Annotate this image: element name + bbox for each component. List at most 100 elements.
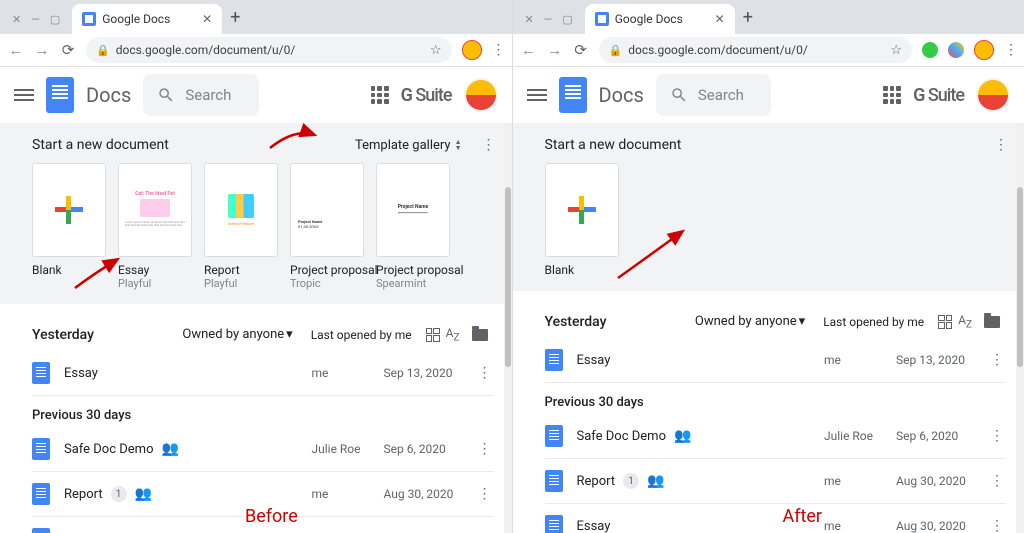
docs-logo-icon[interactable] xyxy=(46,77,74,113)
sort-icon[interactable]: AZ xyxy=(958,313,972,330)
url-input[interactable]: 🔒 docs.google.com/document/u/0/ ☆ xyxy=(599,37,913,63)
doc-owner: Julie Roe xyxy=(824,429,896,443)
browser-menu-icon[interactable]: ⋮ xyxy=(492,42,504,58)
template-card[interactable]: Science ReportReportPlayful xyxy=(204,163,276,290)
search-input[interactable]: Search xyxy=(143,74,259,116)
doc-name: Essay xyxy=(577,353,825,368)
browser-menu-icon[interactable]: ⋮ xyxy=(1004,42,1016,58)
back-icon[interactable]: ← xyxy=(8,41,24,59)
scrollbar-thumb[interactable] xyxy=(505,187,511,367)
search-input[interactable]: Search xyxy=(656,74,772,116)
maximize-icon[interactable]: ▢ xyxy=(562,13,572,26)
address-bar: ← → ⟳ 🔒 docs.google.com/document/u/0/ ☆ … xyxy=(0,34,512,67)
doc-more-icon[interactable]: ⋮ xyxy=(986,352,1006,368)
document-row[interactable]: Essay meAug 30, 2020⋮ xyxy=(545,504,1007,533)
template-section-title: Start a new document xyxy=(32,137,355,153)
sort-column[interactable]: Last opened by me xyxy=(823,315,924,329)
doc-more-icon[interactable]: ⋮ xyxy=(474,486,494,502)
template-section-title: Start a new document xyxy=(545,137,975,153)
caption-after: After xyxy=(783,506,823,527)
doc-date: Sep 6, 2020 xyxy=(384,442,474,456)
template-name: Blank xyxy=(545,263,617,277)
grid-view-icon[interactable] xyxy=(426,328,440,342)
template-name: Report xyxy=(204,263,276,277)
scrollbar-thumb[interactable] xyxy=(1017,187,1023,367)
template-section: Start a new document Template gallery ▲▼… xyxy=(0,123,512,304)
apps-launcher-icon[interactable] xyxy=(371,86,389,104)
apps-launcher-icon[interactable] xyxy=(883,86,901,104)
browser-tab[interactable]: Google Docs ✕ xyxy=(585,4,735,34)
template-card[interactable]: Project NameProject proposalSpearmint xyxy=(376,163,448,290)
minimize-icon[interactable]: — xyxy=(31,13,40,26)
doc-owner: me xyxy=(824,519,896,533)
close-icon[interactable]: ✕ xyxy=(12,13,21,26)
scrollbar[interactable] xyxy=(504,123,512,533)
doc-more-icon[interactable]: ⋮ xyxy=(986,428,1006,444)
docs-logo-icon[interactable] xyxy=(559,77,587,113)
app-name: Docs xyxy=(86,83,131,107)
doc-icon xyxy=(32,483,50,505)
sort-icon[interactable]: AZ xyxy=(446,326,460,343)
document-row[interactable]: Safe Doc Demo 👥Julie RoeSep 6, 2020⋮ xyxy=(32,427,494,472)
new-tab-button[interactable]: + xyxy=(230,7,240,28)
scrollbar[interactable] xyxy=(1016,123,1024,533)
extension-icon[interactable] xyxy=(922,42,938,58)
plus-icon xyxy=(568,196,596,224)
doc-more-icon[interactable]: ⋮ xyxy=(986,518,1006,533)
template-card[interactable]: Cat: The Ideal PetLorem ipsum dolor sit … xyxy=(118,163,190,290)
documents-header: Yesterday Owned by anyone ▾ Last opened … xyxy=(32,318,494,351)
template-card[interactable]: Blank xyxy=(32,163,104,290)
doc-date: Aug 30, 2020 xyxy=(384,487,474,501)
template-more-icon[interactable]: ⋮ xyxy=(994,137,1006,153)
tab-close-icon[interactable]: ✕ xyxy=(715,12,725,26)
reload-icon[interactable]: ⟳ xyxy=(60,41,76,59)
owned-by-filter[interactable]: Owned by anyone ▾ xyxy=(182,327,292,342)
extension-icon[interactable] xyxy=(948,42,964,58)
grid-view-icon[interactable] xyxy=(938,315,952,329)
account-avatar-icon[interactable] xyxy=(976,78,1010,112)
back-icon[interactable]: ← xyxy=(521,41,537,59)
document-row[interactable]: Essay meSep 13, 2020⋮ xyxy=(545,338,1007,383)
profile-avatar-icon[interactable] xyxy=(974,40,994,60)
template-more-icon[interactable]: ⋮ xyxy=(482,137,494,153)
template-card[interactable]: Blank xyxy=(545,163,617,277)
document-row[interactable]: Safe Doc Demo 👥Julie RoeSep 6, 2020⋮ xyxy=(545,414,1007,459)
url-input[interactable]: 🔒 docs.google.com/document/u/0/ ☆ xyxy=(86,37,452,63)
reload-icon[interactable]: ⟳ xyxy=(573,41,589,59)
doc-more-icon[interactable]: ⋮ xyxy=(474,365,494,381)
doc-name: Safe Doc Demo 👥 xyxy=(64,441,312,457)
owned-by-filter[interactable]: Owned by anyone ▾ xyxy=(695,314,805,329)
account-avatar-icon[interactable] xyxy=(464,78,498,112)
maximize-icon[interactable]: ▢ xyxy=(50,13,60,26)
template-thumb: Cat: The Ideal PetLorem ipsum dolor sit … xyxy=(118,163,192,257)
template-name: Project proposal xyxy=(376,263,448,277)
sort-column[interactable]: Last opened by me xyxy=(311,328,412,342)
search-placeholder: Search xyxy=(185,86,231,104)
browser-tab[interactable]: Google Docs ✕ xyxy=(72,4,222,34)
doc-name: Safe Doc Demo 👥 xyxy=(577,428,825,444)
bookmark-icon[interactable]: ☆ xyxy=(430,43,442,58)
main-menu-icon[interactable] xyxy=(14,86,34,104)
document-row[interactable]: Report 1👥meAug 30, 2020⋮ xyxy=(545,459,1007,504)
folder-icon[interactable] xyxy=(984,316,1000,328)
template-card[interactable]: Project Name01.30.20XXProject proposalTr… xyxy=(290,163,362,290)
close-icon[interactable]: ✕ xyxy=(525,13,534,26)
folder-icon[interactable] xyxy=(472,329,488,341)
template-name: Blank xyxy=(32,263,104,277)
template-thumb: Project Name01.30.20XX xyxy=(290,163,364,257)
document-row[interactable]: Essay meSep 13, 2020⋮ xyxy=(32,351,494,396)
doc-more-icon[interactable]: ⋮ xyxy=(474,441,494,457)
section-label: Yesterday xyxy=(32,327,182,343)
new-tab-button[interactable]: + xyxy=(743,7,753,28)
documents-section: Yesterday Owned by anyone ▾ Last opened … xyxy=(513,291,1024,533)
minimize-icon[interactable]: — xyxy=(544,13,553,26)
template-gallery-button[interactable]: Template gallery ▲▼ xyxy=(355,138,462,153)
docs-favicon-icon xyxy=(595,12,609,26)
doc-more-icon[interactable]: ⋮ xyxy=(986,473,1006,489)
main-menu-icon[interactable] xyxy=(527,86,547,104)
tab-close-icon[interactable]: ✕ xyxy=(202,12,212,26)
bookmark-icon[interactable]: ☆ xyxy=(890,43,902,58)
profile-avatar-icon[interactable] xyxy=(462,40,482,60)
doc-icon xyxy=(545,515,563,533)
url-text: docs.google.com/document/u/0/ xyxy=(628,43,884,57)
